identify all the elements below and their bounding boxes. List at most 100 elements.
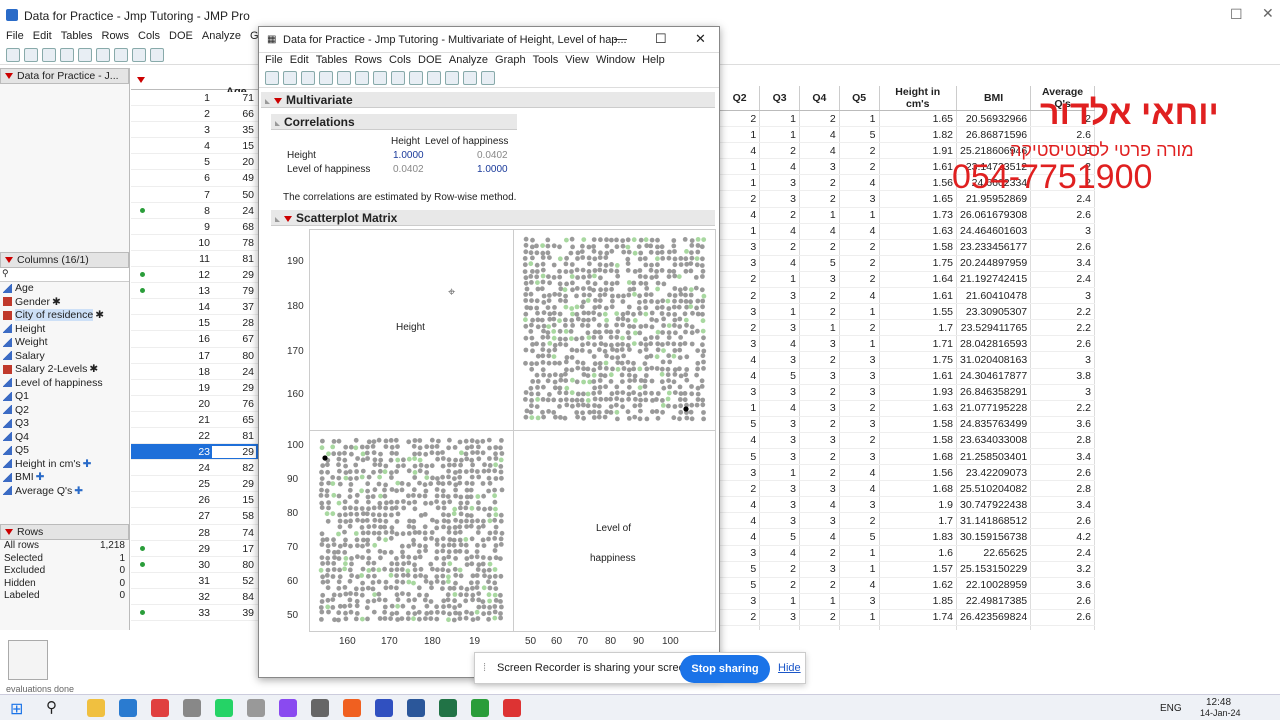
close-icon[interactable]: ✕: [1262, 5, 1274, 22]
scatterplot-header[interactable]: Scatterplot Matrix: [271, 210, 715, 226]
table-row[interactable]: 21 65: [131, 412, 258, 428]
data-cell[interactable]: 2: [799, 351, 840, 369]
table-row[interactable]: 8 24: [131, 203, 258, 219]
age-cell[interactable]: 67: [212, 333, 256, 346]
data-cell[interactable]: 1.55: [879, 625, 957, 630]
brave-icon[interactable]: [343, 699, 361, 717]
jmp-taskbar-icon[interactable]: [471, 699, 489, 717]
data-cell[interactable]: 2.4: [1030, 271, 1095, 289]
age-cell[interactable]: 82: [212, 462, 256, 475]
data-cell[interactable]: 3: [1030, 287, 1095, 305]
age-cell[interactable]: 52: [212, 574, 256, 587]
age-cell[interactable]: 71: [212, 92, 256, 104]
data-cell[interactable]: 20.244897959: [956, 255, 1032, 272]
table-row[interactable]: 4 3 2 3 1.75 31.020408163 3: [720, 351, 1095, 369]
data-cell[interactable]: 4: [839, 577, 880, 594]
data-cell[interactable]: 3: [1030, 384, 1095, 401]
data-cell[interactable]: 3: [839, 593, 880, 610]
data-cell[interactable]: 3.6: [1030, 577, 1095, 594]
data-cell[interactable]: 1.58: [879, 239, 957, 256]
data-cell[interactable]: 30.159156738: [956, 528, 1032, 546]
data-cell[interactable]: 1.74: [879, 609, 957, 627]
data-cell[interactable]: 3: [759, 287, 800, 305]
data-cell[interactable]: 1.64: [879, 271, 957, 289]
menu-item[interactable]: Edit: [290, 54, 309, 66]
chrome-icon[interactable]: [151, 699, 169, 717]
data-cell[interactable]: 5: [759, 368, 800, 385]
data-cell[interactable]: 2.6: [1030, 512, 1095, 530]
data-cell[interactable]: 26.846358291: [956, 384, 1032, 401]
data-cell[interactable]: 3: [759, 174, 800, 192]
table-row[interactable]: 29 17: [131, 541, 258, 557]
data-cell[interactable]: 24.835763499: [956, 416, 1032, 433]
data-cell[interactable]: 2: [799, 384, 840, 401]
menu-item[interactable]: Edit: [33, 30, 52, 42]
data-cell[interactable]: 1.85: [879, 593, 957, 610]
table-row[interactable]: 4 3 3 2 1.7 31.141868512 2.6: [720, 512, 1095, 530]
data-cell[interactable]: 3: [1030, 351, 1095, 369]
table-row[interactable]: 14 37: [131, 299, 258, 316]
table-row[interactable]: 5 3 2 3 1.68 21.258503401 3.4: [720, 448, 1095, 466]
data-cell[interactable]: 1.75: [879, 255, 957, 272]
data-cell[interactable]: 4.2: [1030, 528, 1095, 546]
mail-icon[interactable]: [119, 699, 137, 717]
data-cell[interactable]: 2: [839, 319, 880, 337]
table-row[interactable]: 16 67: [131, 331, 258, 348]
stop-sharing-button[interactable]: Stop sharing: [680, 655, 770, 683]
data-cell[interactable]: 3: [759, 480, 800, 498]
data-cell[interactable]: 2.6: [1030, 335, 1095, 353]
data-cell[interactable]: 2.8: [1030, 480, 1095, 498]
data-cell[interactable]: 5: [839, 528, 880, 546]
table-row[interactable]: 4 5 4 5 1.83 30.159156738 4.2: [720, 528, 1095, 546]
data-cell[interactable]: 4: [839, 464, 880, 482]
column-item[interactable]: Q2: [0, 404, 129, 418]
scatter-bottom-left[interactable]: [309, 430, 514, 632]
table-row[interactable]: 1 4 4 4 1.63 24.464601603 3: [720, 223, 1095, 240]
data-cell[interactable]: 1: [799, 207, 840, 224]
age-cell[interactable]: 80: [212, 558, 256, 571]
data-cell[interactable]: 4: [720, 496, 761, 514]
age-cell[interactable]: 29: [212, 478, 256, 491]
data-cell[interactable]: 3: [720, 545, 761, 562]
rows-panel-header[interactable]: Rows: [0, 524, 129, 540]
table-row[interactable]: 28 74: [131, 525, 258, 541]
menu-item[interactable]: Window: [596, 54, 635, 66]
data-cell[interactable]: 21.60410478: [956, 287, 1032, 305]
data-cell[interactable]: 3: [759, 512, 800, 530]
cut-icon[interactable]: [337, 71, 351, 85]
data-cell[interactable]: 3: [839, 496, 880, 514]
menu-item[interactable]: Analyze: [202, 30, 241, 42]
data-cell[interactable]: 1.9: [879, 496, 957, 514]
data-cell[interactable]: 3: [839, 448, 880, 466]
new-icon[interactable]: [6, 48, 20, 62]
age-cell[interactable]: 81: [212, 429, 256, 442]
data-cell[interactable]: 2: [799, 287, 840, 305]
data-cell[interactable]: 1.71: [879, 335, 957, 353]
data-cell[interactable]: 1: [759, 126, 800, 144]
usb-icon[interactable]: [311, 699, 329, 717]
table-row[interactable]: 3 4 3 1 1.71 28.042816593 2.6: [720, 335, 1095, 353]
open-icon[interactable]: [283, 71, 297, 85]
help-tool-icon[interactable]: [445, 71, 459, 85]
data-cell[interactable]: 1: [759, 464, 800, 482]
word-icon[interactable]: [407, 699, 425, 717]
age-cell[interactable]: 50: [212, 188, 256, 201]
table-row[interactable]: 9 68: [131, 219, 258, 235]
data-cell[interactable]: 23.233456177: [956, 239, 1032, 256]
open-icon[interactable]: [24, 48, 38, 62]
table-row[interactable]: 2 3 1 2 1.7 23.529411765 2.2: [720, 319, 1095, 337]
menu-item[interactable]: View: [565, 54, 589, 66]
data-cell[interactable]: 1: [839, 207, 880, 224]
data-cell[interactable]: 2.6: [1030, 593, 1095, 610]
data-cell[interactable]: 3.4: [1030, 496, 1095, 514]
data-cell[interactable]: 1: [720, 400, 761, 417]
data-cell[interactable]: 2: [799, 190, 840, 208]
data-cell[interactable]: 20.56932966: [956, 110, 1032, 128]
data-cell[interactable]: 1.61: [879, 287, 957, 305]
data-cell[interactable]: 1.6: [879, 545, 957, 562]
calculator-icon[interactable]: [247, 699, 265, 717]
table-row[interactable]: 20 76: [131, 396, 258, 412]
data-cell[interactable]: 4: [839, 287, 880, 305]
data-cell[interactable]: 23.30905307: [956, 303, 1032, 321]
table-row[interactable]: 4 15: [131, 138, 258, 155]
